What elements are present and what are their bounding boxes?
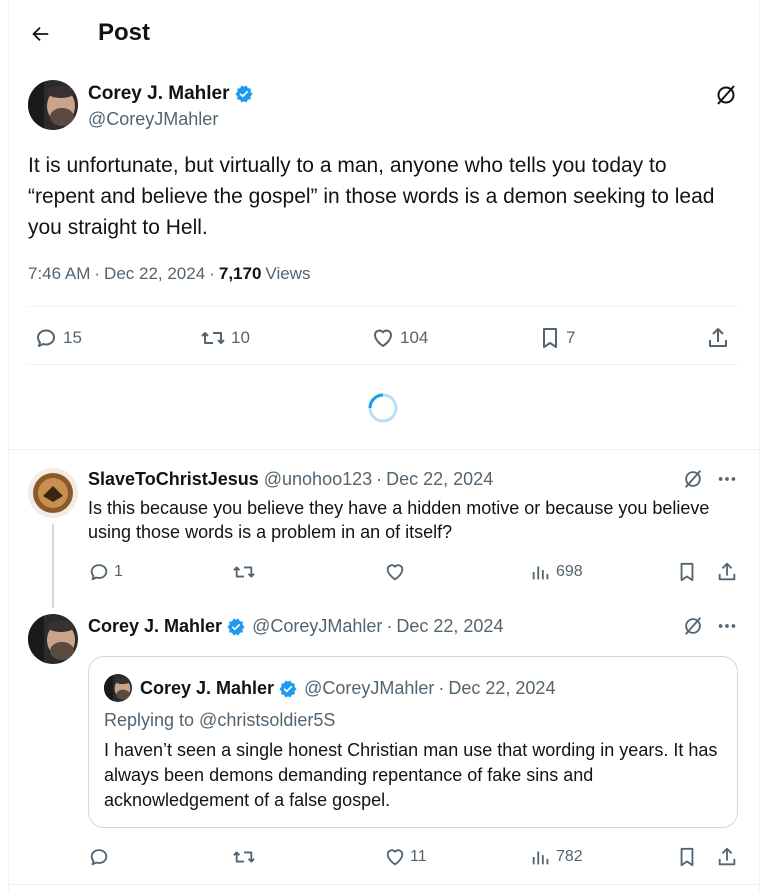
- back-arrow-icon: [32, 26, 49, 42]
- reply-button[interactable]: 15: [34, 326, 82, 350]
- separator: ·: [386, 616, 393, 636]
- post-text: It is unfortunate, but virtually to a ma…: [28, 154, 715, 239]
- like-icon: [386, 564, 404, 581]
- grok-icon: [684, 470, 702, 488]
- reply-count: 15: [63, 328, 82, 347]
- reply-more-button[interactable]: [716, 468, 738, 490]
- author-handle[interactable]: @CoreyJMahler: [88, 109, 218, 130]
- repost-button[interactable]: 10: [200, 326, 250, 350]
- reply-author-name[interactable]: SlaveToChristJesus: [88, 469, 259, 490]
- reply2-author-name[interactable]: Corey J. Mahler: [88, 616, 222, 637]
- more-icon: [718, 624, 736, 628]
- reply2-avatar[interactable]: [28, 614, 78, 664]
- reply2-views-count: 782: [556, 848, 583, 865]
- reply2-reply-button[interactable]: [88, 846, 110, 868]
- more-icon: [718, 477, 736, 481]
- reply-grok-button[interactable]: [682, 468, 704, 490]
- quote-author-handle: @CoreyJMahler: [304, 678, 435, 698]
- reply2-share-button[interactable]: [716, 846, 738, 868]
- reply2-views-button[interactable]: 782: [530, 846, 583, 868]
- reply-text: Is this because you believe they have a …: [88, 498, 710, 542]
- quote-avatar: [104, 674, 132, 702]
- thread-line: [52, 524, 54, 608]
- like-count: 104: [400, 328, 429, 347]
- views-label: Views: [265, 264, 311, 283]
- reply2-date[interactable]: Dec 22, 2024: [396, 616, 503, 637]
- reply1-reply-button[interactable]: 1: [88, 561, 123, 583]
- share-icon: [718, 562, 736, 581]
- author-name[interactable]: Corey J. Mahler: [88, 83, 230, 105]
- separator: ·: [376, 469, 383, 489]
- reply1-repost-button[interactable]: [232, 561, 256, 583]
- like-button[interactable]: 104: [371, 326, 428, 350]
- reply2-like-count: 11: [410, 848, 427, 865]
- quote-text: I haven’t seen a single honest Christian…: [104, 740, 718, 810]
- post-date[interactable]: Dec 22, 2024: [104, 264, 205, 284]
- share-icon: [718, 847, 736, 866]
- reply1-reply-count: 1: [114, 563, 123, 580]
- reply2-grok-button[interactable]: [682, 615, 704, 637]
- author-avatar[interactable]: [28, 80, 78, 130]
- repost-icon: [201, 332, 225, 344]
- repost-icon: [233, 566, 255, 578]
- post-time[interactable]: 7:46 AM: [28, 264, 90, 284]
- bookmark-icon: [543, 328, 557, 348]
- reply1-bookmark-button[interactable]: [677, 561, 697, 583]
- reply2-like-button[interactable]: 11: [384, 846, 427, 868]
- reply-author-handle[interactable]: @unohoo123: [264, 469, 372, 490]
- views-count: 7,170: [218, 264, 262, 283]
- reply1-like-button[interactable]: [384, 561, 406, 583]
- like-icon: [374, 329, 392, 347]
- separator: ·: [209, 264, 215, 283]
- reply-avatar[interactable]: [28, 468, 78, 518]
- verified-icon: [227, 618, 245, 635]
- bookmark-icon: [680, 562, 694, 582]
- quote-replying-to: Replying to @christsoldier5S: [104, 710, 336, 730]
- share-icon: [709, 328, 727, 347]
- grok-icon: [717, 85, 735, 105]
- reply2-more-button[interactable]: [716, 615, 738, 637]
- back-button[interactable]: [22, 20, 58, 48]
- reply-icon: [90, 849, 108, 866]
- reply2-repost-button[interactable]: [232, 846, 256, 868]
- quote-author-name: Corey J. Mahler: [140, 678, 275, 698]
- reply-icon: [90, 564, 108, 581]
- grok-button[interactable]: [714, 83, 738, 107]
- like-icon: [386, 849, 404, 866]
- verified-icon: [234, 85, 253, 103]
- separator: ·: [94, 264, 101, 283]
- bookmark-button[interactable]: 7: [539, 326, 575, 350]
- reply-date[interactable]: Dec 22, 2024: [386, 469, 493, 490]
- separator: ·: [438, 678, 445, 698]
- reply2-bookmark-button[interactable]: [677, 846, 697, 868]
- quote-date: Dec 22, 2024: [448, 678, 556, 698]
- verified-icon: [279, 680, 297, 697]
- repost-icon: [233, 851, 255, 863]
- reply1-views-count: 698: [556, 563, 583, 580]
- reply2-author-handle[interactable]: @CoreyJMahler: [252, 616, 382, 637]
- views-icon: [532, 851, 549, 865]
- loading-spinner: [367, 392, 399, 424]
- views-icon: [532, 566, 549, 580]
- reply1-share-button[interactable]: [716, 561, 738, 583]
- share-button[interactable]: [706, 326, 730, 350]
- repost-count: 10: [231, 328, 250, 347]
- page-title: Post: [98, 19, 151, 46]
- bookmark-icon: [680, 847, 694, 867]
- reply1-views-button[interactable]: 698: [530, 561, 583, 583]
- bookmark-count: 7: [566, 328, 576, 347]
- reply-icon: [37, 329, 55, 347]
- grok-icon: [684, 617, 702, 635]
